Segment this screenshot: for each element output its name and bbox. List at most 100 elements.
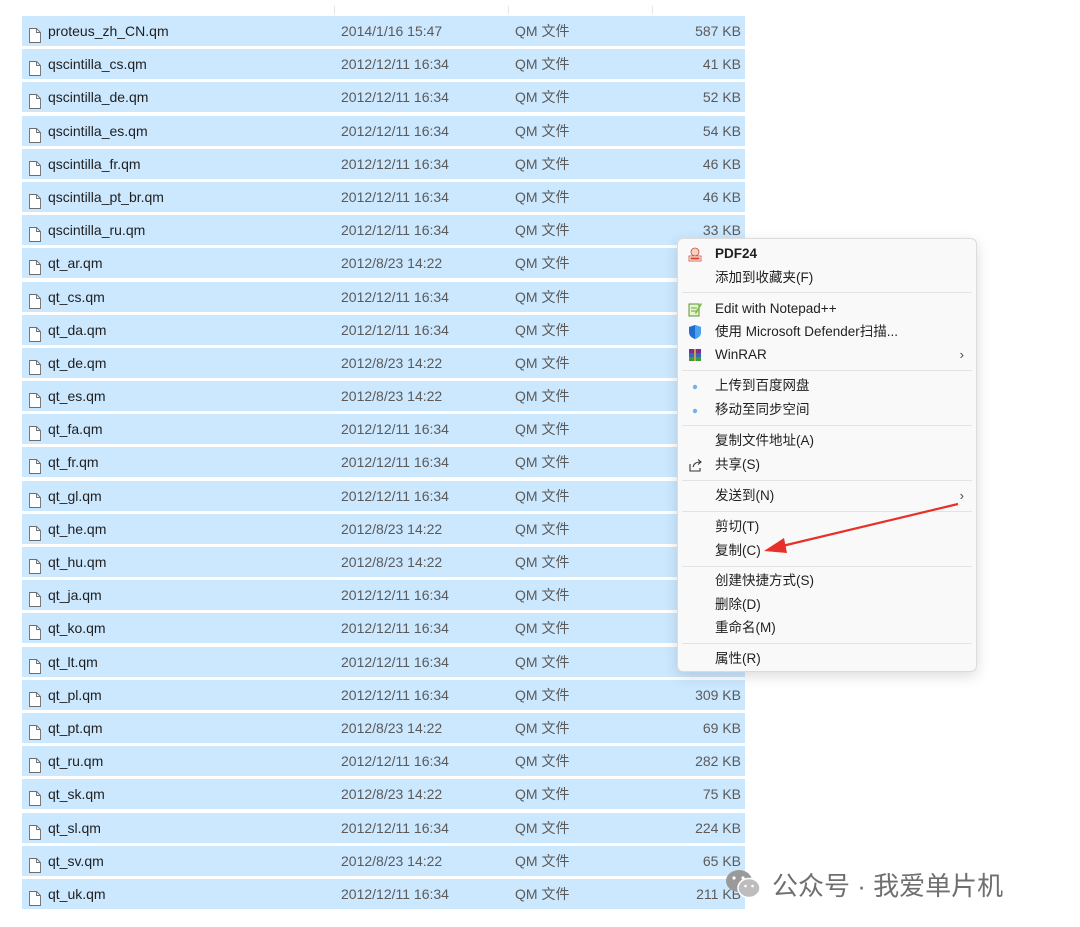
- file-date: 2012/12/11 16:34: [341, 56, 449, 73]
- menu-item-create-shortcut[interactable]: 创建快捷方式(S): [678, 569, 976, 593]
- file-date: 2012/12/11 16:34: [341, 454, 449, 471]
- file-name: qscintilla_fr.qm: [48, 155, 141, 172]
- file-type: QM 文件: [515, 388, 570, 405]
- file-row[interactable]: qt_sk.qm 2012/8/23 14:22 QM 文件 75 KB: [22, 779, 745, 810]
- file-name: qscintilla_pt_br.qm: [48, 188, 164, 205]
- notepad-icon: [688, 303, 702, 317]
- file-type: QM 文件: [515, 753, 570, 770]
- menu-item-pdf24[interactable]: PDF24: [678, 242, 976, 266]
- file-type: QM 文件: [515, 222, 570, 239]
- file-row[interactable]: qscintilla_cs.qm 2012/12/11 16:34 QM 文件 41 …: [22, 49, 745, 80]
- file-type: QM 文件: [515, 786, 570, 803]
- file-row[interactable]: qscintilla_fr.qm 2012/12/11 16:34 QM 文件 46 …: [22, 148, 745, 179]
- file-row[interactable]: qt_pl.qm 2012/12/11 16:34 QM 文件 309 KB: [22, 679, 745, 710]
- file-row[interactable]: qt_cs.qm 2012/12/11 16:34 QM 文件: [22, 281, 745, 312]
- file-row[interactable]: qscintilla_pt_br.qm 2012/12/11 16:34 QM 文件…: [22, 181, 745, 212]
- file-name: qscintilla_de.qm: [48, 89, 149, 106]
- file-type: QM 文件: [515, 354, 570, 371]
- file-icon: [29, 421, 41, 442]
- file-row[interactable]: qt_uk.qm 2012/12/11 16:34 QM 文件 211 KB: [22, 878, 745, 909]
- menu-item-properties[interactable]: 属性(R): [678, 647, 976, 671]
- file-row[interactable]: qscintilla_es.qm 2012/12/11 16:34 QM 文件 54 …: [22, 115, 745, 146]
- file-name: qt_gl.qm: [48, 487, 102, 504]
- menu-item-rename[interactable]: 重命名(M): [678, 616, 976, 640]
- file-date: 2012/12/11 16:34: [341, 587, 449, 604]
- menu-item-copy[interactable]: 复制(C): [678, 539, 976, 563]
- file-date: 2014/1/16 15:47: [341, 23, 443, 39]
- file-icon: [29, 89, 41, 110]
- file-row[interactable]: qt_ko.qm 2012/12/11 16:34 QM 文件: [22, 613, 745, 644]
- menu-item-defender[interactable]: 使用 Microsoft Defender扫描...: [678, 320, 976, 344]
- file-row[interactable]: qt_de.qm 2012/8/23 14:22 QM 文件: [22, 347, 745, 378]
- file-date: 2012/12/11 16:34: [341, 753, 449, 770]
- menu-item-notepad[interactable]: Edit with Notepad++: [678, 297, 976, 321]
- menu-label: 共享(S): [715, 457, 760, 472]
- file-size: 587 KB: [695, 23, 741, 39]
- file-date: 2012/12/11 16:34: [341, 686, 449, 703]
- menu-item-baidu-upload[interactable]: 上传到百度网盘: [678, 374, 976, 398]
- file-name: qt_de.qm: [48, 354, 107, 371]
- file-name: qt_ko.qm: [48, 620, 106, 637]
- file-row[interactable]: proteus_zh_CN.qm 2014/1/16 15:47 QM 文件 587 …: [22, 16, 745, 46]
- file-type: QM 文件: [515, 487, 570, 504]
- file-type: QM 文件: [515, 587, 570, 604]
- file-row[interactable]: qt_da.qm 2012/12/11 16:34 QM 文件: [22, 314, 745, 345]
- chevron-right-icon: ›: [959, 347, 964, 362]
- file-icon: [29, 56, 41, 77]
- file-icon: [29, 786, 41, 807]
- menu-label: 剪切(T): [715, 519, 760, 534]
- menu-item-add-favorites[interactable]: 添加到收藏夹(F): [678, 266, 976, 290]
- file-row[interactable]: qt_lt.qm 2012/12/11 16:34 QM 文件: [22, 646, 745, 677]
- file-type: QM 文件: [515, 188, 570, 205]
- file-name: qt_sk.qm: [48, 786, 105, 803]
- file-type: QM 文件: [515, 554, 570, 570]
- file-date: 2012/12/11 16:34: [341, 321, 449, 338]
- file-date: 2012/8/23 14:22: [341, 388, 443, 405]
- file-row[interactable]: qt_gl.qm 2012/12/11 16:34 QM 文件: [22, 480, 745, 511]
- menu-item-cut[interactable]: 剪切(T): [678, 515, 976, 539]
- file-row[interactable]: qt_fa.qm 2012/12/11 16:34 QM 文件: [22, 414, 745, 445]
- menu-label: 上传到百度网盘: [715, 378, 810, 393]
- menu-label: 使用 Microsoft Defender扫描...: [715, 324, 899, 339]
- file-type: QM 文件: [515, 122, 570, 139]
- file-date: 2012/8/23 14:22: [341, 354, 443, 371]
- menu-label: 复制文件地址(A): [715, 433, 814, 448]
- file-date: 2012/12/11 16:34: [341, 421, 449, 438]
- file-row[interactable]: qt_pt.qm 2012/8/23 14:22 QM 文件 69 KB: [22, 712, 745, 743]
- file-name: qt_da.qm: [48, 321, 107, 338]
- file-name: qt_hu.qm: [48, 554, 107, 570]
- wechat-icon: [726, 870, 761, 899]
- file-type: QM 文件: [515, 23, 570, 39]
- menu-item-sync-move[interactable]: 移动至同步空间: [678, 398, 976, 422]
- file-row[interactable]: qt_he.qm 2012/8/23 14:22 QM 文件: [22, 513, 745, 544]
- file-row[interactable]: qt_ru.qm 2012/12/11 16:34 QM 文件 282 KB: [22, 746, 745, 777]
- file-date: 2012/12/11 16:34: [341, 188, 449, 205]
- file-name: qt_ar.qm: [48, 255, 103, 272]
- menu-item-winrar[interactable]: WinRAR ›: [678, 343, 976, 367]
- chevron-right-icon: ›: [959, 488, 964, 503]
- file-name: qt_sl.qm: [48, 819, 101, 836]
- file-row[interactable]: qt_sl.qm 2012/12/11 16:34 QM 文件 224 KB: [22, 812, 745, 843]
- file-icon: [29, 720, 41, 740]
- menu-label: 移动至同步空间: [715, 402, 810, 417]
- menu-item-delete[interactable]: 删除(D): [678, 593, 976, 617]
- file-row[interactable]: qscintilla_ru.qm 2012/12/11 16:34 QM 文件 33 …: [22, 215, 745, 246]
- file-row[interactable]: qt_ja.qm 2012/12/11 16:34 QM 文件: [22, 580, 745, 611]
- file-size: 46 KB: [702, 188, 741, 205]
- menu-item-send-to[interactable]: 发送到(N) ›: [678, 484, 976, 508]
- file-name: qt_ru.qm: [48, 753, 104, 770]
- file-row[interactable]: qscintilla_de.qm 2012/12/11 16:34 QM 文件 52 …: [22, 82, 745, 113]
- file-name: qscintilla_ru.qm: [48, 222, 146, 239]
- file-icon: [29, 255, 41, 276]
- file-row[interactable]: qt_hu.qm 2012/8/23 14:22 QM 文件: [22, 547, 745, 577]
- file-type: QM 文件: [515, 620, 570, 637]
- file-row[interactable]: qt_ar.qm 2012/8/23 14:22 QM 文件: [22, 248, 745, 279]
- file-icon: [29, 322, 41, 342]
- menu-item-copy-path[interactable]: 复制文件地址(A): [678, 429, 976, 453]
- menu-label: 发送到(N): [715, 488, 775, 503]
- file-row[interactable]: qt_sv.qm 2012/8/23 14:22 QM 文件 65 KB: [22, 845, 745, 876]
- menu-item-share[interactable]: 共享(S): [678, 453, 976, 477]
- file-row[interactable]: qt_es.qm 2012/8/23 14:22 QM 文件: [22, 381, 745, 412]
- file-type: QM 文件: [515, 819, 570, 836]
- file-row[interactable]: qt_fr.qm 2012/12/11 16:34 QM 文件: [22, 447, 745, 478]
